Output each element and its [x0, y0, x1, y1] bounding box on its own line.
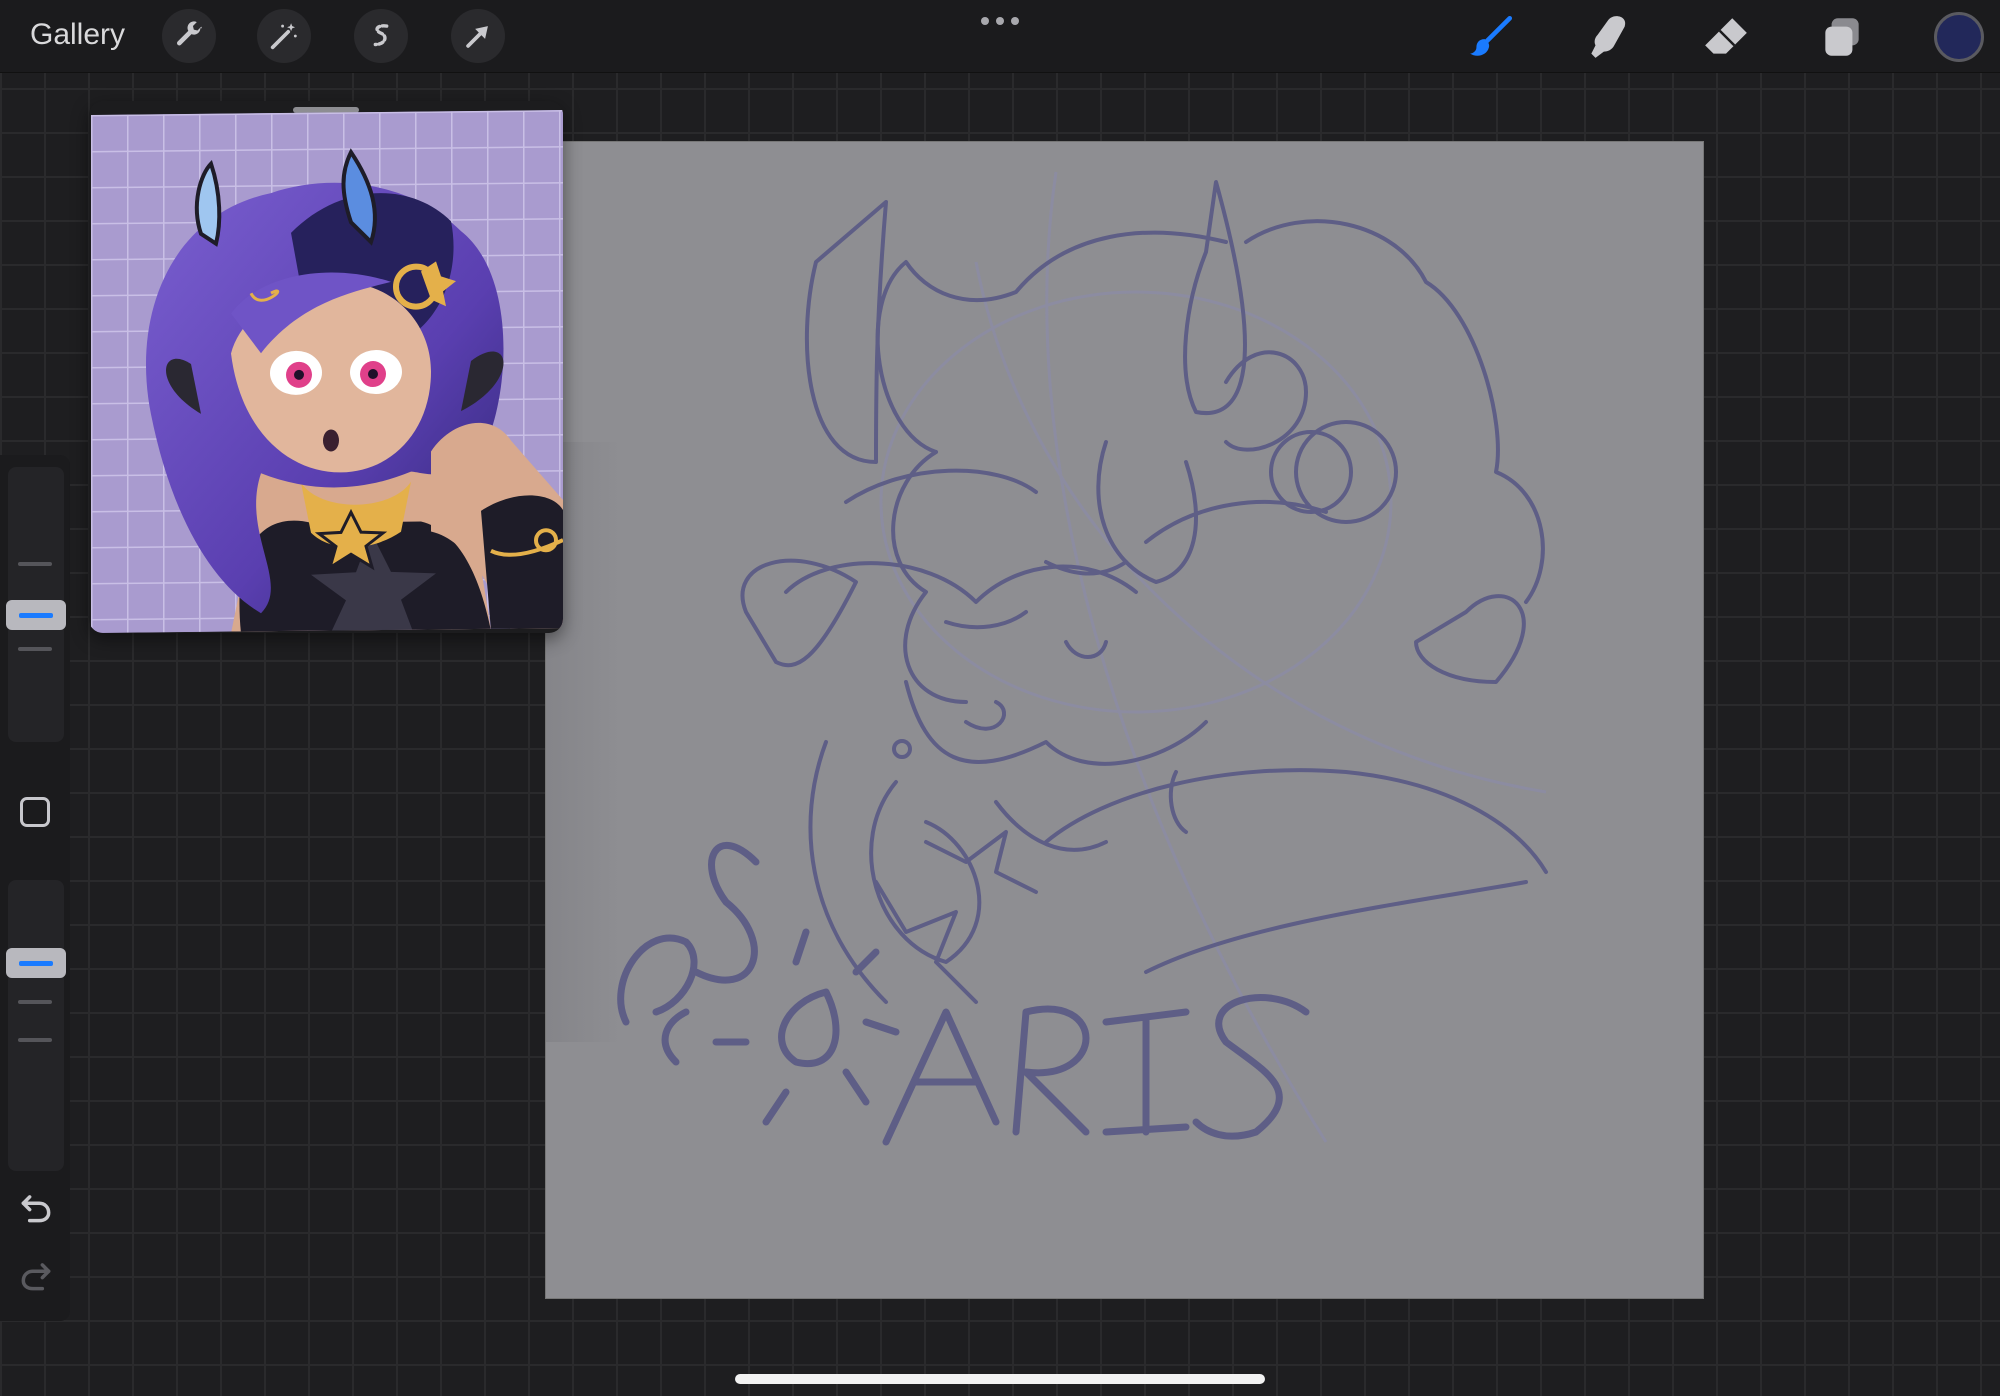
left-sidebar [0, 455, 70, 1321]
redo-arrow-icon[interactable] [17, 1257, 55, 1295]
slider-tick [18, 647, 52, 651]
undo-arrow-icon[interactable] [17, 1189, 55, 1227]
actions-button[interactable] [162, 9, 216, 63]
modify-button[interactable] [20, 797, 50, 827]
brush-size-slider[interactable] [6, 467, 66, 742]
magic-wand-icon [270, 23, 297, 50]
reference-image-icon [91, 110, 563, 633]
eraser-tool-button[interactable] [1699, 10, 1753, 64]
drawing-canvas[interactable] [546, 142, 1703, 1298]
eraser-icon [1705, 18, 1747, 54]
transform-button[interactable] [451, 9, 505, 63]
opacity-slider[interactable] [6, 880, 66, 1171]
opacity-thumb[interactable] [6, 948, 66, 978]
selection-s-icon [373, 24, 389, 47]
sketch-artwork [546, 171, 1548, 1146]
slider-tick [18, 562, 52, 566]
color-picker-button[interactable] [1934, 12, 1984, 62]
gallery-button[interactable]: Gallery [30, 18, 125, 52]
brush-size-thumb[interactable] [6, 600, 66, 630]
smudge-tool-button[interactable] [1581, 10, 1635, 64]
selection-button[interactable] [354, 9, 408, 63]
adjustments-button[interactable] [257, 9, 311, 63]
wrench-icon [176, 21, 202, 46]
slider-tick [18, 1000, 52, 1004]
smudge-finger-icon [1591, 16, 1626, 58]
brush-icon [1470, 15, 1513, 56]
reference-image [91, 110, 563, 633]
brush-tool-button[interactable] [1464, 10, 1518, 64]
home-indicator[interactable] [735, 1374, 1265, 1384]
layers-icon [1825, 18, 1859, 56]
top-toolbar: Gallery [0, 0, 2000, 73]
slider-tick [18, 1038, 52, 1042]
layers-button[interactable] [1815, 10, 1869, 64]
ellipsis-icon[interactable] [980, 16, 1020, 26]
reference-panel[interactable] [89, 101, 563, 633]
arrow-cursor-icon [466, 26, 488, 48]
